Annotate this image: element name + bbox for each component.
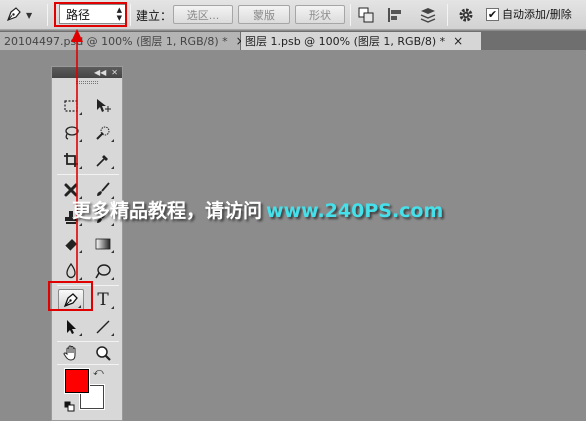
tab-label: 图层 1.psb @ 100% (图层 1, RGB/8) * xyxy=(245,35,446,48)
tab-label: 20104497.psd @ 100% (图层 1, RGB/8) * xyxy=(4,35,228,48)
auto-add-delete-checkbox[interactable]: ✔ xyxy=(486,7,499,21)
divider xyxy=(57,174,119,175)
collapse-icon[interactable]: ◀◀ xyxy=(94,68,106,77)
blur-tool-icon[interactable] xyxy=(58,260,84,282)
foreground-color-swatch[interactable] xyxy=(64,368,90,394)
pen-tool-highlight-box xyxy=(48,281,93,311)
tools-panel: ◀◀ ✕ T ⤺ xyxy=(51,66,123,421)
make-label: 建立： xyxy=(136,9,173,23)
eraser-tool-icon[interactable] xyxy=(58,233,84,255)
panel-grip[interactable] xyxy=(52,78,122,87)
divider xyxy=(447,4,448,26)
type-tool-icon[interactable]: T xyxy=(90,289,116,311)
watermark: 更多精品教程，请访问 www.240PS.com xyxy=(72,196,443,223)
divider xyxy=(47,4,48,26)
lasso-tool-icon[interactable] xyxy=(58,122,84,144)
auto-add-delete-label: 自动添加/删除 xyxy=(502,8,572,21)
crop-tool-icon[interactable] xyxy=(58,149,84,171)
gear-icon[interactable] xyxy=(456,5,476,25)
path-operations-icon[interactable] xyxy=(356,5,376,25)
watermark-text: 更多精品教程，请访问 xyxy=(72,200,263,222)
tool-preset-picker[interactable]: ▼ xyxy=(4,5,40,25)
move-tool-icon[interactable] xyxy=(90,95,116,117)
document-tab-active[interactable]: 图层 1.psb @ 100% (图层 1, RGB/8) * × xyxy=(241,32,481,50)
divider xyxy=(57,364,119,365)
make-selection-button[interactable]: 选区... xyxy=(173,5,233,24)
mode-highlight-box xyxy=(54,2,127,27)
quick-selection-tool-icon[interactable] xyxy=(90,122,116,144)
dodge-tool-icon[interactable] xyxy=(90,260,116,282)
close-icon[interactable]: × xyxy=(453,34,463,48)
close-icon[interactable]: ✕ xyxy=(111,68,118,77)
gradient-tool-icon[interactable] xyxy=(90,233,116,255)
type-tool-glyph: T xyxy=(97,290,109,310)
make-mask-button[interactable]: 蒙版 xyxy=(238,5,290,24)
default-colors-icon[interactable] xyxy=(64,401,75,412)
hand-tool-icon[interactable] xyxy=(58,342,84,364)
rectangular-marquee-tool-icon[interactable] xyxy=(58,95,84,117)
pen-tool-icon xyxy=(4,4,24,27)
document-tab-bar: 20104497.psd @ 100% (图层 1, RGB/8) * × 图层… xyxy=(0,31,586,50)
zoom-tool-icon[interactable] xyxy=(90,342,116,364)
path-arrangement-icon[interactable] xyxy=(418,5,438,25)
panel-header[interactable]: ◀◀ ✕ xyxy=(52,67,122,78)
chevron-down-icon: ▼ xyxy=(26,10,33,20)
watermark-url: www.240PS.com xyxy=(266,200,444,222)
auto-add-delete-option[interactable]: ✔ 自动添加/删除 xyxy=(486,6,572,22)
divider xyxy=(350,4,351,26)
make-shape-button[interactable]: 形状 xyxy=(295,5,345,24)
path-alignment-icon[interactable] xyxy=(385,5,405,25)
divider xyxy=(130,4,131,26)
path-selection-tool-icon[interactable] xyxy=(58,316,84,338)
line-tool-icon[interactable] xyxy=(90,316,116,338)
swap-colors-icon[interactable]: ⤺ xyxy=(93,367,104,378)
eyedropper-tool-icon[interactable] xyxy=(90,149,116,171)
document-tab[interactable]: 20104497.psd @ 100% (图层 1, RGB/8) * × xyxy=(0,32,246,50)
